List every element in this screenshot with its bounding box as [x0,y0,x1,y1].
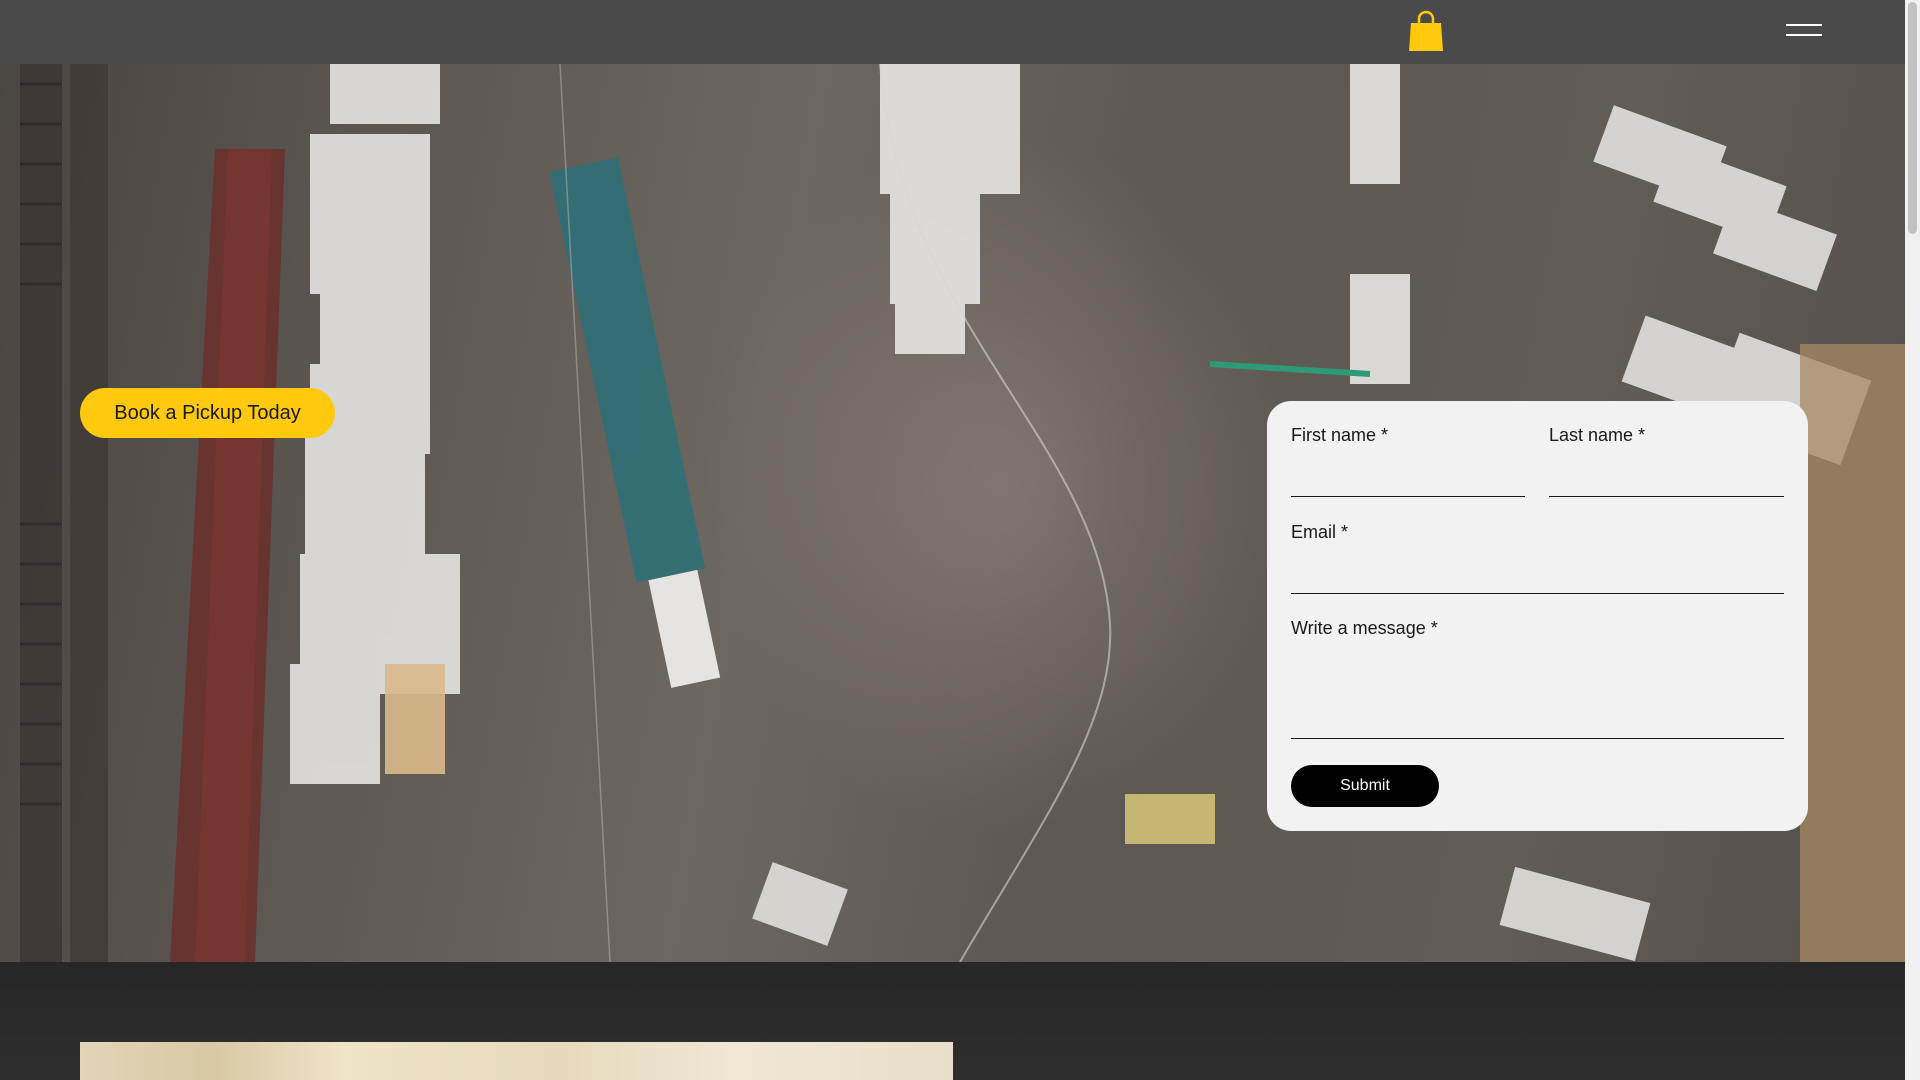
message-label: Write a message * [1291,618,1438,638]
last-name-underline [1549,496,1784,497]
shopping-bag-icon[interactable] [1408,9,1444,53]
message-underline [1291,738,1784,739]
first-name-input[interactable] [1291,461,1525,495]
hamburger-menu-icon[interactable] [1786,24,1822,38]
email-underline [1291,593,1784,594]
site-header [0,0,1905,64]
contact-form: First name * Last name * Email * Write a… [1267,401,1808,831]
first-name-label: First name * [1291,425,1389,445]
last-name-input[interactable] [1549,461,1784,495]
scrollbar-thumb[interactable] [1908,2,1917,234]
email-input[interactable] [1291,558,1784,592]
last-name-label: Last name * [1549,425,1646,445]
submit-button[interactable]: Submit [1291,765,1439,807]
book-pickup-button[interactable]: Book a Pickup Today [80,388,335,438]
email-label: Email * [1291,522,1349,542]
interior-photo [80,1042,953,1080]
message-textarea[interactable] [1291,653,1784,737]
first-name-underline [1291,496,1525,497]
